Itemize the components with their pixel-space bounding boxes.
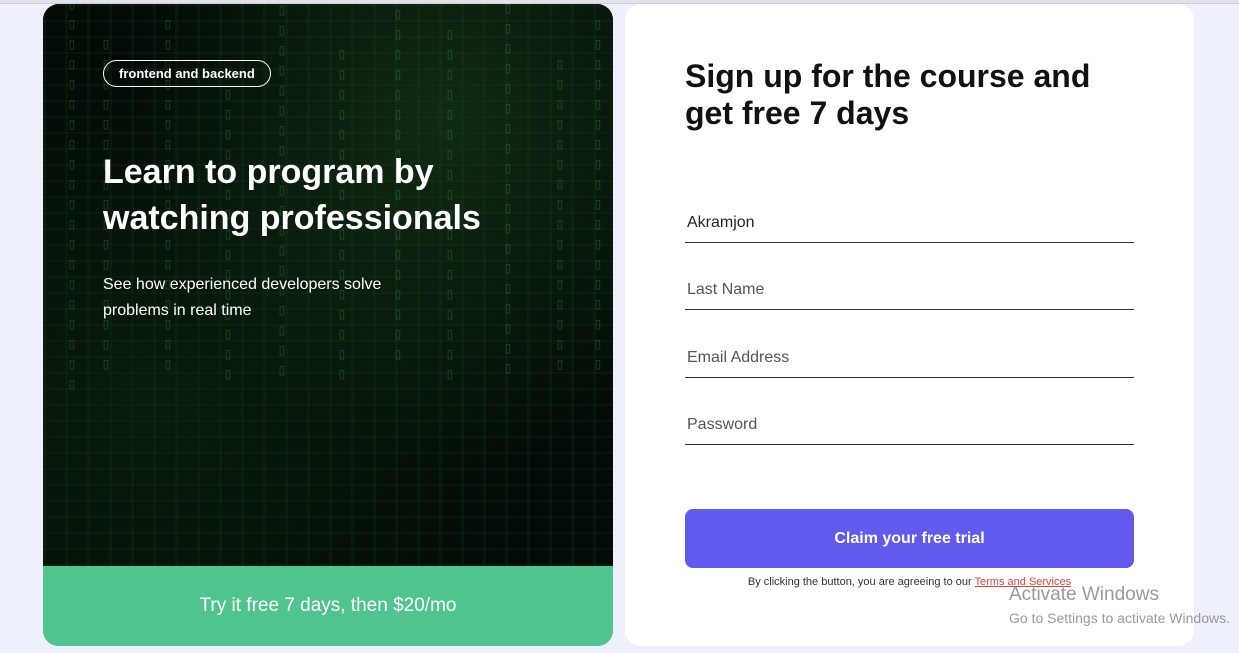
password-field[interactable] xyxy=(685,405,1134,445)
pricing-text: Try it free 7 days, then $20/mo xyxy=(199,595,457,616)
terms-text: By clicking the button, you are agreeing… xyxy=(747,576,972,588)
hero-content: frontend and backend Learn to program by… xyxy=(103,60,543,324)
watermark-subtitle: Go to Settings to activate Windows. xyxy=(1009,610,1230,626)
signup-form-panel: Sign up for the course and get free 7 da… xyxy=(625,4,1194,646)
matrix-code-background: ▯ ▯ ▯ ▯ ▯ ▯ ▯ ▯ ▯ ▯ ▯ ▯ ▯ ▯ ▯ ▯ ▯ ▯ ▯ ▯ … xyxy=(43,4,613,566)
claim-free-trial-button[interactable]: Claim your free trial xyxy=(685,509,1134,568)
hero-subtitle: See how experienced developers solve pro… xyxy=(103,276,382,319)
hero-panel: ▯ ▯ ▯ ▯ ▯ ▯ ▯ ▯ ▯ ▯ ▯ ▯ ▯ ▯ ▯ ▯ ▯ ▯ ▯ ▯ … xyxy=(43,4,613,646)
windows-activation-watermark: Activate Windows Go to Settings to activ… xyxy=(1009,584,1230,626)
form-title: Sign up for the course and get free 7 da… xyxy=(685,58,1091,131)
last-name-field[interactable] xyxy=(685,270,1134,310)
first-name-field[interactable] xyxy=(685,203,1134,243)
watermark-title: Activate Windows xyxy=(1009,584,1159,605)
email-field[interactable] xyxy=(685,338,1134,378)
hero-title: Learn to program by watching professiona… xyxy=(103,153,481,237)
category-tag: frontend and backend xyxy=(103,60,271,87)
pricing-banner: Try it free 7 days, then $20/mo xyxy=(43,566,613,646)
